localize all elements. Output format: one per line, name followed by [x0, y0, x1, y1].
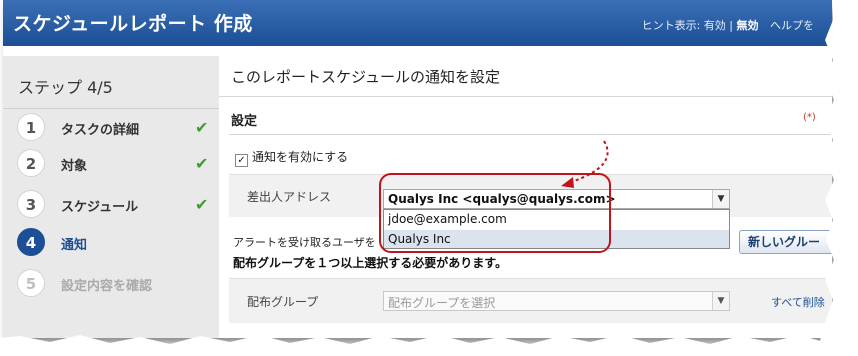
torn-edge-decoration	[0, 0, 858, 356]
